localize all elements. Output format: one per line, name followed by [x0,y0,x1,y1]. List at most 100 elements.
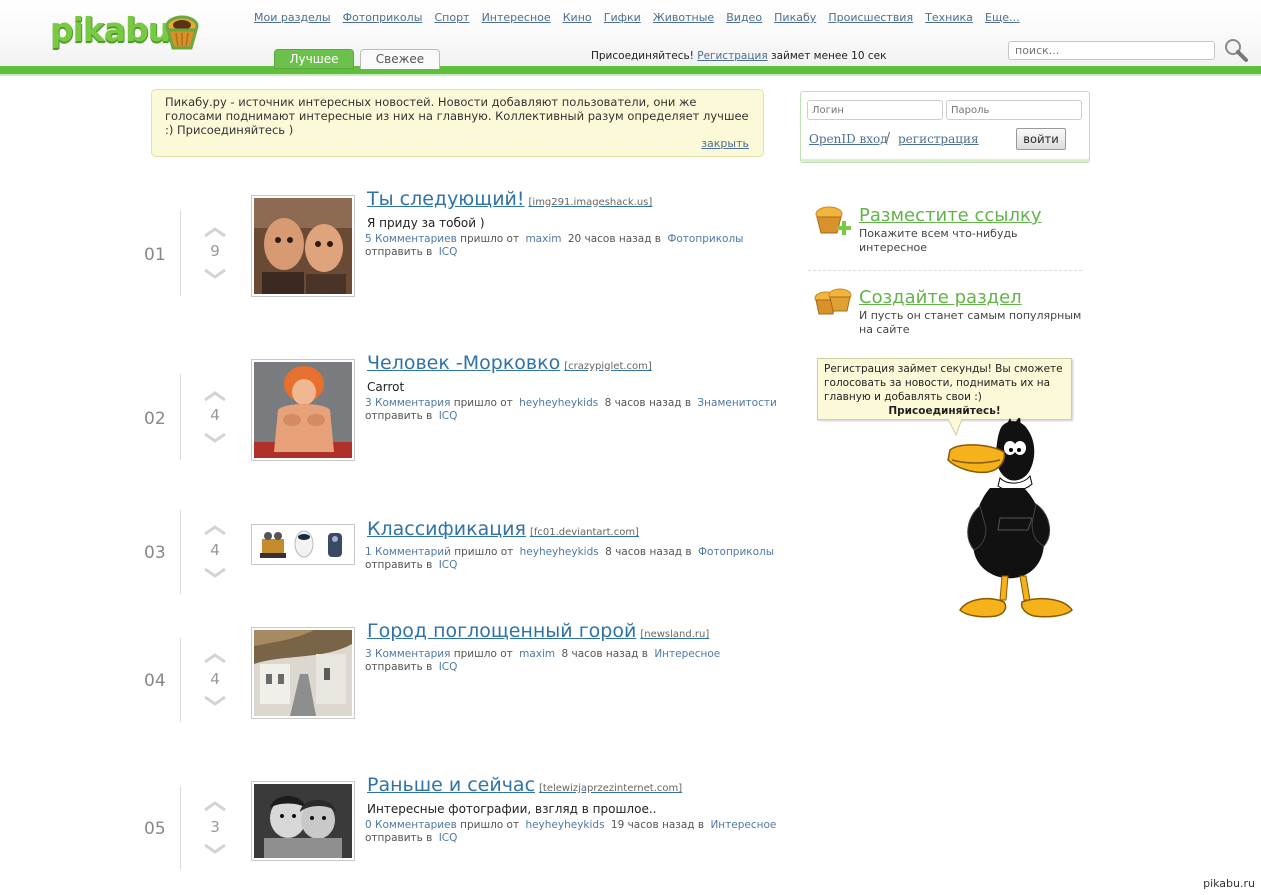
openid-login-link[interactable]: OpenID вход [809,132,888,146]
icq-link[interactable]: ICQ [439,246,458,258]
tab-fresh[interactable]: Свежее [360,49,440,69]
post-image-faces [254,198,352,294]
meta-in-label: в [641,648,648,660]
login-field[interactable] [807,100,943,120]
site-logo[interactable]: pikabu [50,10,200,56]
icq-link[interactable]: ICQ [439,410,458,422]
nav-video[interactable]: Видео [726,11,762,24]
comments-link[interactable]: 1 Комментарий [365,546,451,558]
post-title-text: Ты следующий! [367,188,525,210]
section-link[interactable]: Знаменитости [697,397,776,409]
post-meta: 1 Комментарий пришло от heyheyheykids 8 … [365,546,777,572]
nav-sport[interactable]: Спорт [434,11,469,24]
promo-post-desc: Покажите всем что-нибудь интересное [859,227,1018,254]
login-button[interactable]: войти [1016,128,1066,150]
vote-divider [180,210,181,296]
send-label: отправить в [365,410,433,422]
nav-cinema[interactable]: Кино [563,11,592,24]
post-title[interactable]: Ты следующий! [img291.imageshack.us] [367,188,652,210]
search-input[interactable] [1008,41,1215,60]
nav-more[interactable]: Еще... [985,11,1020,24]
author-link[interactable]: maxim [525,233,561,245]
post-thumbnail[interactable] [251,524,355,565]
vote-down-icon[interactable] [203,268,227,280]
nav-animals[interactable]: Животные [653,11,714,24]
meta-from-label: пришло от [454,546,514,558]
post-thumbnail[interactable] [251,627,355,719]
post-image-rock-town [254,630,352,716]
post-title[interactable]: Классификация [fc01.deviantart.com] [367,518,639,540]
vote-down-icon[interactable] [203,843,227,855]
icq-link[interactable]: ICQ [439,559,458,571]
vote-down-icon[interactable] [203,567,227,579]
author-link[interactable]: heyheyheykids [525,819,604,831]
search-icon[interactable] [1223,37,1249,63]
watermark: pikabu.ru [1203,877,1255,890]
section-link[interactable]: Интересное [654,648,720,660]
vote-up-icon[interactable] [203,800,227,812]
author-link[interactable]: maxim [519,648,555,660]
post-thumbnail[interactable] [251,359,355,461]
vote-down-icon[interactable] [203,695,227,707]
post-item: 05 3 Раньше и сейчас [telewizjaprzezinter… [0,772,790,892]
register-link[interactable]: Регистрация [697,50,767,62]
nav-tech[interactable]: Техника [925,11,973,24]
icq-link[interactable]: ICQ [439,832,458,844]
author-link[interactable]: heyheyheykids [520,546,599,558]
section-link[interactable]: Фотоприколы [698,546,774,558]
post-domain: [telewizjaprzezinternet.com] [539,783,683,794]
muffin-logo-icon [165,15,199,50]
vote-divider [180,510,181,594]
post-thumbnail[interactable] [251,781,355,861]
vote-up-icon[interactable] [203,390,227,402]
nav-incidents[interactable]: Происшествия [828,11,913,24]
post-item: 03 4 Классификация [fc01.deviantart.com] … [0,500,790,600]
login-form: OpenID вход / регистрация войти [800,91,1090,163]
post-item: 01 9 Ты следующий! [img291.imageshack.us]… [0,188,790,310]
post-title[interactable]: Город поглощенный горой [newsland.ru] [367,620,709,642]
post-thumbnail[interactable] [251,195,355,297]
nav-gifs[interactable]: Гифки [604,11,641,24]
daffy-duck-mascot-icon [947,418,1073,618]
section-link[interactable]: Интересное [710,819,776,831]
password-field[interactable] [946,100,1082,120]
vote-up-icon[interactable] [203,226,227,238]
post-title-text: Классификация [367,518,526,540]
meta-from-label: пришло от [460,819,520,831]
registration-balloon: Регистрация займет секунды! Вы сможете г… [817,358,1072,420]
comments-link[interactable]: 0 Комментариев [365,819,457,831]
header-green-bar-light [0,74,1261,76]
vote-up-icon[interactable] [203,652,227,664]
nav-pikabu[interactable]: Пикабу [774,11,816,24]
post-image-robots [254,527,352,562]
post-domain: [img291.imageshack.us] [528,197,653,208]
section-link[interactable]: Фотоприколы [667,233,743,245]
tab-best[interactable]: Лучшее [274,49,354,69]
comments-link[interactable]: 5 Комментариев [365,233,457,245]
promo-section-title[interactable]: Создайте раздел [859,287,1022,308]
nav-interesting[interactable]: Интересное [482,11,551,24]
registration-link[interactable]: регистрация [898,132,979,146]
send-label: отправить в [365,246,433,258]
post-rank: 05 [144,819,166,839]
intro-notice: Пикабу.ру - источник интересных новостей… [151,89,764,157]
vote-up-icon[interactable] [203,524,227,536]
header-green-bar [0,66,1261,74]
author-link[interactable]: heyheyheykids [519,397,598,409]
promo-post-title[interactable]: Разместите ссылку [859,205,1042,226]
post-description: Carrot [367,380,405,394]
close-notice-link[interactable]: закрыть [701,137,749,151]
nav-my-sections[interactable]: Мои разделы [254,11,331,24]
icq-link[interactable]: ICQ [439,661,458,673]
promo-section: Создайте раздел И пусть он станет самым … [812,287,1092,347]
meta-from-label: пришло от [453,397,513,409]
comments-link[interactable]: 3 Комментария [365,397,450,409]
vote-down-icon[interactable] [203,432,227,444]
comments-link[interactable]: 3 Комментария [365,648,450,660]
post-rank: 03 [144,543,166,563]
post-description: Я приду за тобой ) [367,216,485,230]
post-title[interactable]: Человек -Морковко [crazypiglet.com] [367,352,652,374]
nav-photo-jokes[interactable]: Фотоприколы [343,11,423,24]
vote-divider [180,638,181,722]
post-title[interactable]: Раньше и сейчас [telewizjaprzezinternet.c… [367,774,682,796]
